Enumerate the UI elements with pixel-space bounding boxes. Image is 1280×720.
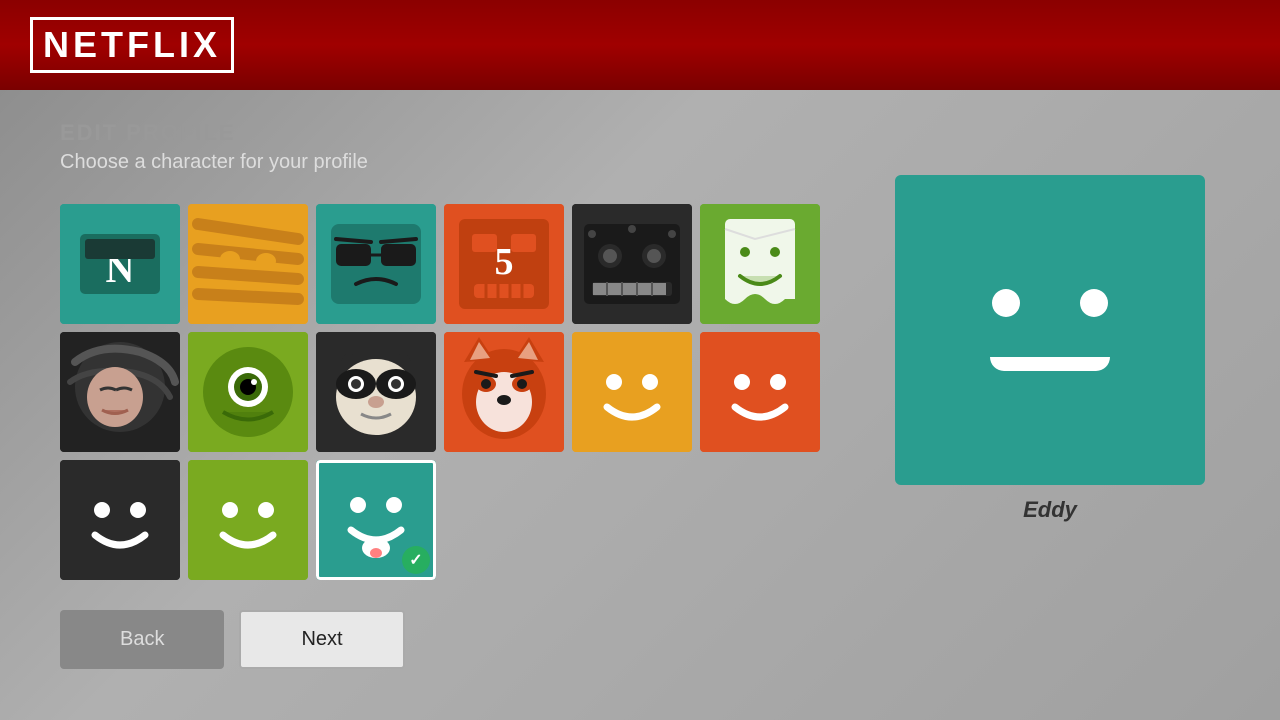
netflix-logo: NETFLIX xyxy=(30,17,234,73)
page-title: EDIT PROFILE xyxy=(60,120,840,146)
back-button[interactable]: Back xyxy=(60,610,224,669)
preview-face xyxy=(990,289,1110,371)
avatar-13[interactable] xyxy=(188,460,308,580)
preview-eyes xyxy=(992,289,1108,317)
avatar-2[interactable] xyxy=(316,204,436,324)
preview-eye-right xyxy=(1080,289,1108,317)
selected-check: ✓ xyxy=(402,546,430,574)
avatar-9[interactable] xyxy=(444,332,564,452)
avatar-14[interactable]: ✓ xyxy=(316,460,436,580)
avatar-10[interactable] xyxy=(572,332,692,452)
svg-text:5: 5 xyxy=(495,241,514,283)
next-button[interactable]: Next xyxy=(239,610,404,669)
preview-character-name: Eddy xyxy=(1023,497,1077,523)
preview-eye-left xyxy=(992,289,1020,317)
avatar-1[interactable] xyxy=(188,204,308,324)
avatar-0[interactable]: N xyxy=(60,204,180,324)
right-section: Eddy xyxy=(880,120,1220,690)
page-header: EDIT PROFILE Choose a character for your… xyxy=(60,120,840,174)
avatar-12[interactable] xyxy=(60,460,180,580)
button-row: Back Next xyxy=(60,610,840,669)
avatar-3[interactable]: 5 xyxy=(444,204,564,324)
avatar-7[interactable] xyxy=(188,332,308,452)
preview-avatar xyxy=(895,175,1205,485)
avatar-grid: N xyxy=(60,204,840,580)
avatar-5[interactable] xyxy=(700,204,820,324)
avatar-8[interactable] xyxy=(316,332,436,452)
header: NETFLIX xyxy=(0,0,1280,90)
page-subtitle: Choose a character for your profile xyxy=(60,151,840,174)
left-section: EDIT PROFILE Choose a character for your… xyxy=(60,120,840,690)
preview-mouth xyxy=(990,357,1110,371)
avatar-11[interactable] xyxy=(700,332,820,452)
main-content: EDIT PROFILE Choose a character for your… xyxy=(0,90,1280,720)
avatar-6[interactable] xyxy=(60,332,180,452)
avatar-4[interactable] xyxy=(572,204,692,324)
